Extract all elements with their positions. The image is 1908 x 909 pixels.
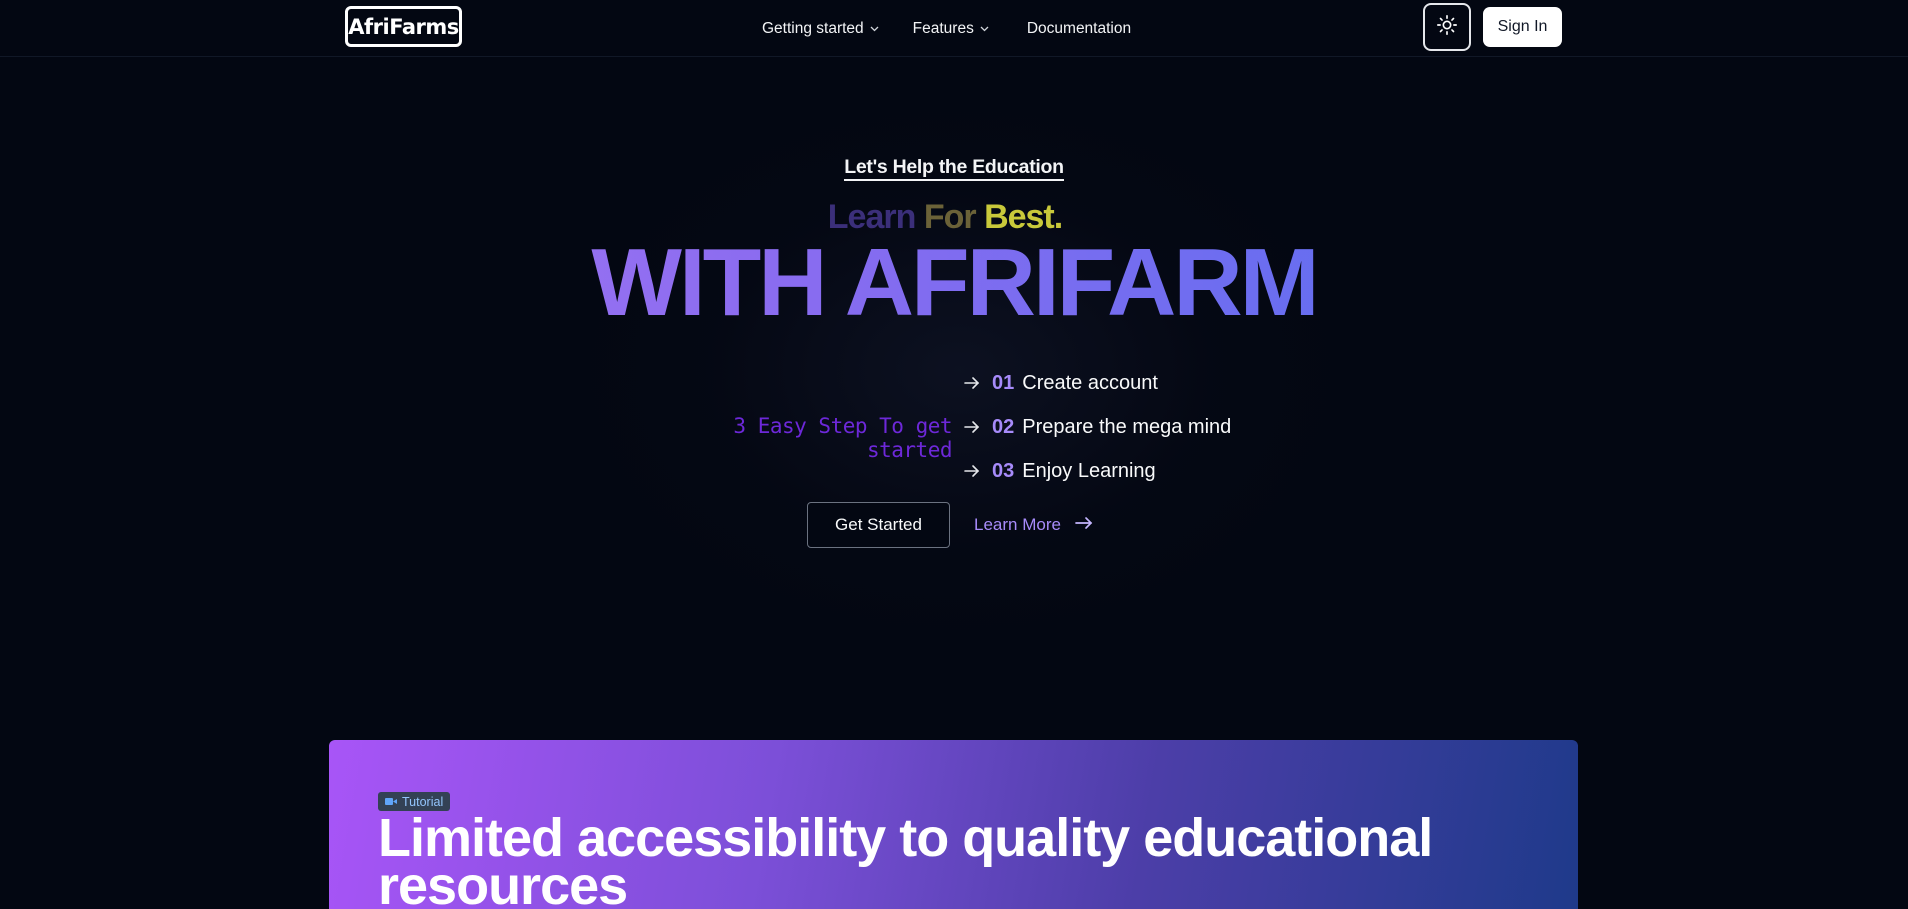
arrow-right-icon — [964, 420, 984, 434]
step-text: Create account — [1022, 371, 1158, 394]
navbar: AfriFarms Getting started Features Docum… — [0, 0, 1908, 57]
hero-eyebrow: Let's Help the Education — [0, 156, 1908, 181]
tutorial-card: Tutorial Limited accessibility to qualit… — [329, 740, 1578, 909]
hero-headline: WITH AFRIFARM — [0, 228, 1908, 338]
steps-label: 3 Easy Step To get started — [733, 414, 952, 462]
step-text: Enjoy Learning — [1022, 459, 1156, 482]
page: AfriFarms Getting started Features Docum… — [0, 0, 1908, 909]
step-item: 01 Create account — [964, 368, 1158, 398]
nav-features[interactable]: Features — [901, 11, 1001, 47]
nav-features-label: Features — [912, 19, 974, 37]
nav-links: Getting started Features Documentation — [750, 0, 1143, 57]
logo[interactable]: AfriFarms — [345, 6, 462, 47]
nav-getting-started-label: Getting started — [762, 19, 864, 37]
step-number: 02 — [992, 415, 1015, 438]
chevron-down-icon — [980, 26, 989, 32]
step-item: 02 Prepare the mega mind — [964, 412, 1231, 442]
video-camera-icon — [385, 795, 397, 809]
learn-more-link[interactable]: Learn More — [974, 502, 1093, 548]
sun-icon — [1436, 14, 1458, 40]
nav-getting-started[interactable]: Getting started — [750, 11, 891, 47]
get-started-button[interactable]: Get Started — [807, 502, 950, 548]
step-text: Prepare the mega mind — [1022, 415, 1232, 438]
nav-documentation-label: Documentation — [1026, 19, 1132, 37]
arrow-right-icon — [964, 376, 984, 390]
nav-documentation[interactable]: Documentation — [1015, 11, 1143, 47]
hero-eyebrow-link[interactable]: Let's Help the Education — [844, 156, 1064, 181]
theme-toggle-button[interactable] — [1423, 3, 1471, 51]
learn-more-label: Learn More — [974, 515, 1061, 534]
step-item: 03 Enjoy Learning — [964, 456, 1156, 486]
chevron-down-icon — [870, 26, 879, 32]
tutorial-badge-label: Tutorial — [402, 794, 444, 809]
arrow-right-icon — [1075, 515, 1093, 535]
sign-in-button[interactable]: Sign In — [1483, 7, 1562, 47]
tutorial-card-title: Limited accessibility to quality educati… — [378, 808, 1433, 909]
step-number: 03 — [992, 459, 1015, 482]
arrow-right-icon — [964, 464, 984, 478]
step-number: 01 — [992, 371, 1015, 394]
